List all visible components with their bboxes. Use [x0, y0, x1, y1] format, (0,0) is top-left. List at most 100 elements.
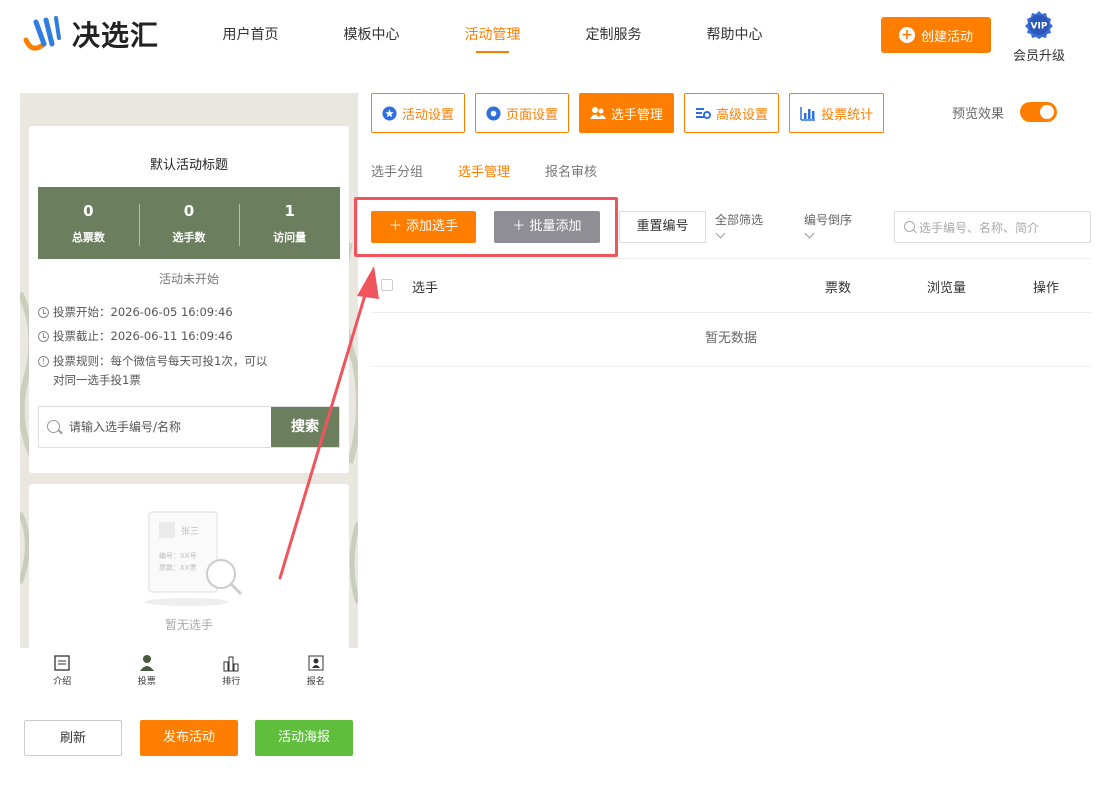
users-icon — [590, 107, 607, 119]
col-votes: 票数 — [825, 281, 852, 296]
activity-poster-button[interactable]: 活动海报 — [255, 720, 353, 756]
contestant-search-input[interactable]: 选手编号、名称、简介 — [894, 211, 1091, 243]
stat-visits: 1 访问量 — [239, 201, 340, 246]
sub-tabs: 选手分组 选手管理 报名审核 — [371, 161, 632, 180]
tab-label: 报名 — [306, 677, 325, 687]
table-header: 选手 票数 浏览量 操作 — [371, 258, 1091, 313]
brand-name: 决选汇 — [72, 19, 160, 52]
stat-contestants: 0 选手数 — [138, 201, 240, 246]
vote-rule-text: 投票规则：每个微信号每天可投1次，可以对同一选手投1票 — [53, 354, 268, 387]
search-icon — [895, 212, 919, 242]
stat-label: 选手数 — [172, 230, 206, 244]
table-empty-row: 暂无数据 — [371, 313, 1091, 367]
select-all-checkbox[interactable] — [381, 279, 393, 291]
vip-badge-icon: VIP — [1025, 11, 1053, 39]
person-icon — [139, 655, 154, 671]
stat-value: 1 — [284, 201, 295, 220]
clock-icon — [38, 307, 49, 318]
tab-vote-statistics[interactable]: 投票统计 — [789, 93, 885, 133]
tab-signup[interactable]: 报名 — [274, 648, 359, 693]
col-actions: 操作 — [1033, 281, 1060, 296]
tab-activity-settings[interactable]: 活动设置 — [371, 93, 466, 133]
preview-effect-toggle[interactable] — [1020, 102, 1057, 122]
clock-icon — [38, 331, 49, 342]
sort-dropdown[interactable]: 编号倒序 — [804, 212, 853, 239]
tab-label: 活动设置 — [402, 107, 455, 123]
vote-end-row: 投票截止：2026-06-11 16:09:46 — [38, 327, 233, 346]
preview-search-bar: 请输入选手编号/名称 搜索 — [38, 406, 340, 448]
vip-badge-text: VIP — [1031, 22, 1048, 32]
gear-flower-icon — [486, 105, 501, 121]
mobile-preview: 默认活动标题 0 总票数 0 选手数 1 访问量 活动未开始 投票开始：2026… — [20, 93, 358, 693]
create-activity-button[interactable]: + 创建活动 — [881, 17, 991, 53]
plus-circle-icon: + — [898, 27, 915, 43]
reset-numbering-button[interactable]: 重置编号 — [619, 211, 706, 243]
logo[interactable]: 决选汇 — [20, 14, 159, 54]
empty-number: 编号：XX号 — [159, 551, 197, 560]
preview-effect-label: 预览效果 — [952, 107, 1005, 122]
nav-templates[interactable]: 模板中心 — [311, 0, 432, 70]
tab-label: 排行 — [222, 677, 241, 687]
signup-icon — [308, 655, 324, 671]
preview-search-button[interactable]: 搜索 — [271, 407, 339, 447]
create-activity-label: 创建活动 — [920, 29, 973, 45]
stat-value: 0 — [83, 201, 94, 220]
vip-label: 会员升级 — [1012, 49, 1065, 64]
tab-page-settings[interactable]: 页面设置 — [475, 93, 570, 133]
subtab-contestants[interactable]: 选手管理 — [458, 161, 510, 180]
refresh-button[interactable]: 刷新 — [24, 720, 122, 756]
sliders-gear-icon — [696, 108, 712, 119]
activity-status: 活动未开始 — [158, 272, 219, 286]
preview-tabbar: 介绍 投票 排行 报名 — [20, 648, 358, 693]
empty-name: 张三 — [181, 526, 199, 537]
vote-rule-row: ! 投票规则：每个微信号每天可投1次，可以对同一选手投1票 — [38, 352, 275, 390]
activity-info-card: 默认活动标题 0 总票数 0 选手数 1 访问量 活动未开始 投票开始：2026… — [29, 126, 349, 473]
contestant-search-placeholder: 选手编号、名称、简介 — [919, 220, 1040, 235]
tab-advanced-settings[interactable]: 高级设置 — [684, 93, 780, 133]
tab-ranking[interactable]: 排行 — [189, 648, 274, 693]
chevron-down-icon — [804, 228, 815, 239]
tab-label: 投票 — [137, 677, 156, 687]
tab-label: 选手管理 — [611, 107, 664, 123]
vote-start-text: 投票开始：2026-06-05 16:09:46 — [53, 305, 233, 319]
tab-vote[interactable]: 投票 — [105, 648, 190, 693]
tab-contestant-management[interactable]: 选手管理 — [579, 93, 675, 133]
tab-intro[interactable]: 介绍 — [20, 648, 105, 693]
filter-dropdown-label: 全部筛选 — [715, 213, 764, 227]
col-views: 浏览量 — [927, 281, 967, 296]
stat-value: 0 — [183, 201, 195, 220]
vote-start-row: 投票开始：2026-06-05 16:09:46 — [38, 303, 233, 322]
main-nav: 用户首页 模板中心 活动管理 定制服务 帮助中心 — [190, 0, 795, 70]
ranking-icon — [223, 656, 239, 672]
sort-dropdown-label: 编号倒序 — [804, 213, 853, 227]
nav-help[interactable]: 帮助中心 — [674, 0, 795, 70]
star-badge-icon — [382, 105, 397, 121]
publish-activity-button[interactable]: 发布活动 — [140, 720, 238, 756]
tab-label: 投票统计 — [821, 107, 874, 123]
empty-contestant-illustration-icon: 张三 编号：XX号 票数：XX票 — [145, 511, 243, 606]
document-icon — [54, 655, 70, 671]
tab-label: 介绍 — [53, 677, 72, 687]
preview-search-input[interactable]: 请输入选手编号/名称 — [69, 407, 271, 447]
tab-label: 高级设置 — [716, 107, 769, 123]
chevron-down-icon — [715, 228, 726, 239]
nav-activity-management[interactable]: 活动管理 — [432, 0, 553, 70]
tab-label: 页面设置 — [506, 107, 559, 123]
filter-dropdown[interactable]: 全部筛选 — [715, 212, 764, 239]
empty-votes: 票数：XX票 — [159, 563, 197, 572]
subtab-groups[interactable]: 选手分组 — [371, 161, 423, 180]
vip-upgrade[interactable]: VIP 会员升级 — [1010, 10, 1068, 64]
app-root: 决选汇 用户首页 模板中心 活动管理 定制服务 帮助中心 + 创建活动 VIP … — [0, 0, 1096, 792]
nav-custom-service[interactable]: 定制服务 — [553, 0, 674, 70]
stats-panel: 0 总票数 0 选手数 1 访问量 — [38, 187, 340, 259]
stat-label: 访问量 — [273, 230, 307, 244]
nav-home[interactable]: 用户首页 — [190, 0, 311, 70]
search-icon — [39, 407, 69, 447]
empty-contestants-text: 暂无选手 — [164, 618, 213, 632]
subtab-registration-review[interactable]: 报名审核 — [545, 161, 597, 180]
stat-label: 总票数 — [71, 230, 105, 244]
annotation-highlight-box — [354, 197, 618, 257]
col-contestant: 选手 — [412, 281, 439, 296]
settings-tabs: 活动设置 页面设置 选手管理 高级设置 投票统计 — [371, 93, 885, 133]
logo-mark-icon — [23, 16, 61, 51]
